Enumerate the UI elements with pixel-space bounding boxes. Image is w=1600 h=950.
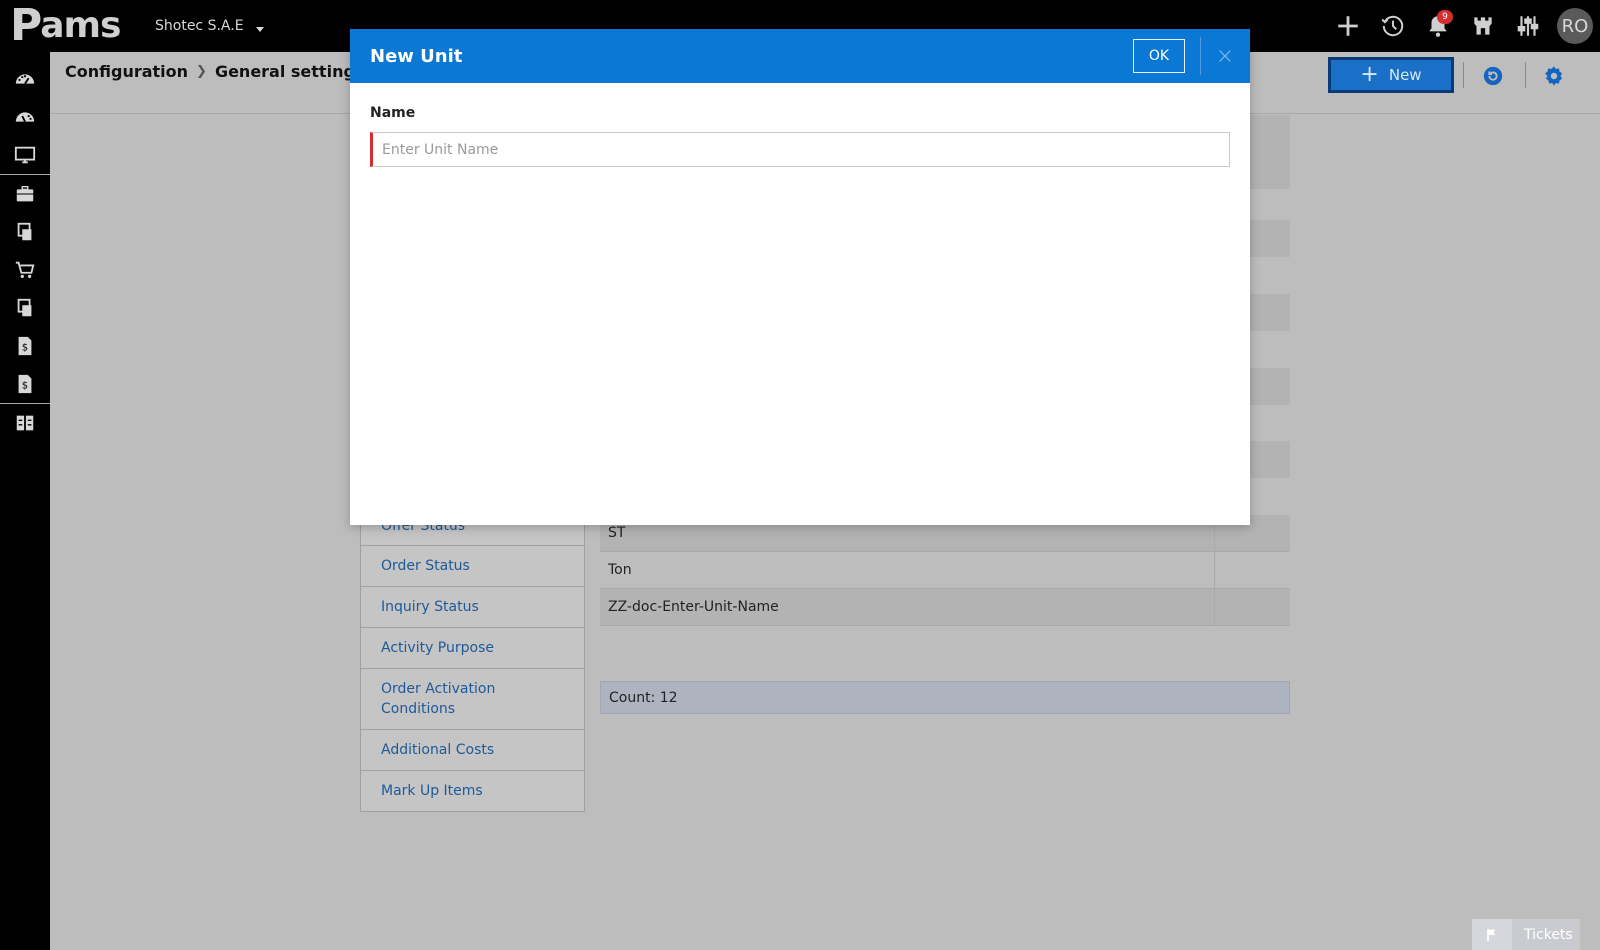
caret-down-icon xyxy=(255,26,264,32)
settings-nav-order-status[interactable]: Order Status xyxy=(360,546,585,587)
cart-icon[interactable] xyxy=(0,251,50,289)
settings-nav-inquiry-status[interactable]: Inquiry Status xyxy=(360,587,585,628)
close-icon[interactable] xyxy=(1213,44,1237,68)
new-button[interactable]: + New xyxy=(1328,57,1454,93)
breadcrumb-chevron-icon: ❯ xyxy=(196,64,207,79)
empty-cell xyxy=(1215,589,1290,625)
sliders-icon[interactable] xyxy=(1505,0,1550,52)
new-unit-dialog: New Unit OK Name xyxy=(350,29,1250,525)
breadcrumb-configuration[interactable]: Configuration xyxy=(65,62,188,81)
monitor-icon[interactable] xyxy=(0,136,50,174)
row-count-footer: Count: 12 xyxy=(600,681,1290,714)
logo-mark: P xyxy=(10,0,42,51)
settings-nav-mark-up-items[interactable]: Mark Up Items xyxy=(360,771,585,812)
grid-settings-icon[interactable] xyxy=(0,404,50,442)
history-icon[interactable] xyxy=(1370,0,1415,52)
invoice-alt-icon[interactable]: $ xyxy=(0,365,50,403)
table-row[interactable]: Ton xyxy=(600,552,1290,589)
avatar: RO xyxy=(1557,8,1593,44)
logo-text: ams xyxy=(40,5,121,46)
flag-icon xyxy=(1472,919,1512,950)
tickets-label: Tickets xyxy=(1524,926,1573,943)
briefcase-icon[interactable] xyxy=(0,175,50,213)
settings-nav-activity-purpose[interactable]: Activity Purpose xyxy=(360,628,585,669)
table-row[interactable]: ZZ-doc-Enter-Unit-Name xyxy=(600,589,1290,626)
notification-count-badge: 9 xyxy=(1437,10,1453,24)
notifications-bell-icon[interactable]: 9 xyxy=(1415,0,1460,52)
header-divider xyxy=(1200,37,1201,75)
svg-text:$: $ xyxy=(22,343,28,354)
toolbar-divider xyxy=(1525,62,1526,88)
name-label: Name xyxy=(370,105,416,121)
tickets-button[interactable]: Tickets xyxy=(1472,919,1580,950)
svg-text:$: $ xyxy=(22,381,28,392)
new-button-label: New xyxy=(1388,66,1422,84)
top-actions: 9 RO xyxy=(1325,0,1600,52)
dialog-title: New Unit xyxy=(370,45,463,67)
refresh-icon[interactable] xyxy=(1480,63,1506,89)
add-icon[interactable] xyxy=(1325,0,1370,52)
settings-gear-icon[interactable] xyxy=(1541,63,1567,89)
unit-name-cell: Ton xyxy=(600,552,1215,588)
settings-nav-order-activation-conditions[interactable]: Order Activation Conditions xyxy=(360,669,585,730)
dashboard-alt-icon[interactable] xyxy=(0,98,50,136)
company-name: Shotec S.A.E xyxy=(155,18,244,34)
dialog-header: New Unit OK xyxy=(350,29,1250,83)
toolbar-divider xyxy=(1463,62,1464,88)
documents-icon[interactable] xyxy=(0,213,50,251)
invoice-icon[interactable]: $ xyxy=(0,327,50,365)
dashboard-icon[interactable] xyxy=(0,60,50,98)
app-logo[interactable]: P ams xyxy=(10,0,121,51)
castle-icon[interactable] xyxy=(1460,0,1505,52)
settings-nav-additional-costs[interactable]: Additional Costs xyxy=(360,730,585,771)
dialog-body: Name xyxy=(350,83,1250,189)
ok-button[interactable]: OK xyxy=(1133,39,1185,73)
unit-name-cell: ZZ-doc-Enter-Unit-Name xyxy=(600,589,1215,625)
plus-icon: + xyxy=(1360,62,1379,87)
left-sidebar: $ $ xyxy=(0,52,50,950)
empty-cell xyxy=(1215,552,1290,588)
user-menu[interactable]: RO xyxy=(1550,0,1600,52)
documents-alt-icon[interactable] xyxy=(0,289,50,327)
unit-name-input[interactable] xyxy=(370,132,1230,167)
breadcrumb-general-settings[interactable]: General settings xyxy=(215,62,365,81)
company-selector[interactable]: Shotec S.A.E xyxy=(155,18,264,34)
settings-nav: Offer Status Order Status Inquiry Status… xyxy=(360,497,585,812)
